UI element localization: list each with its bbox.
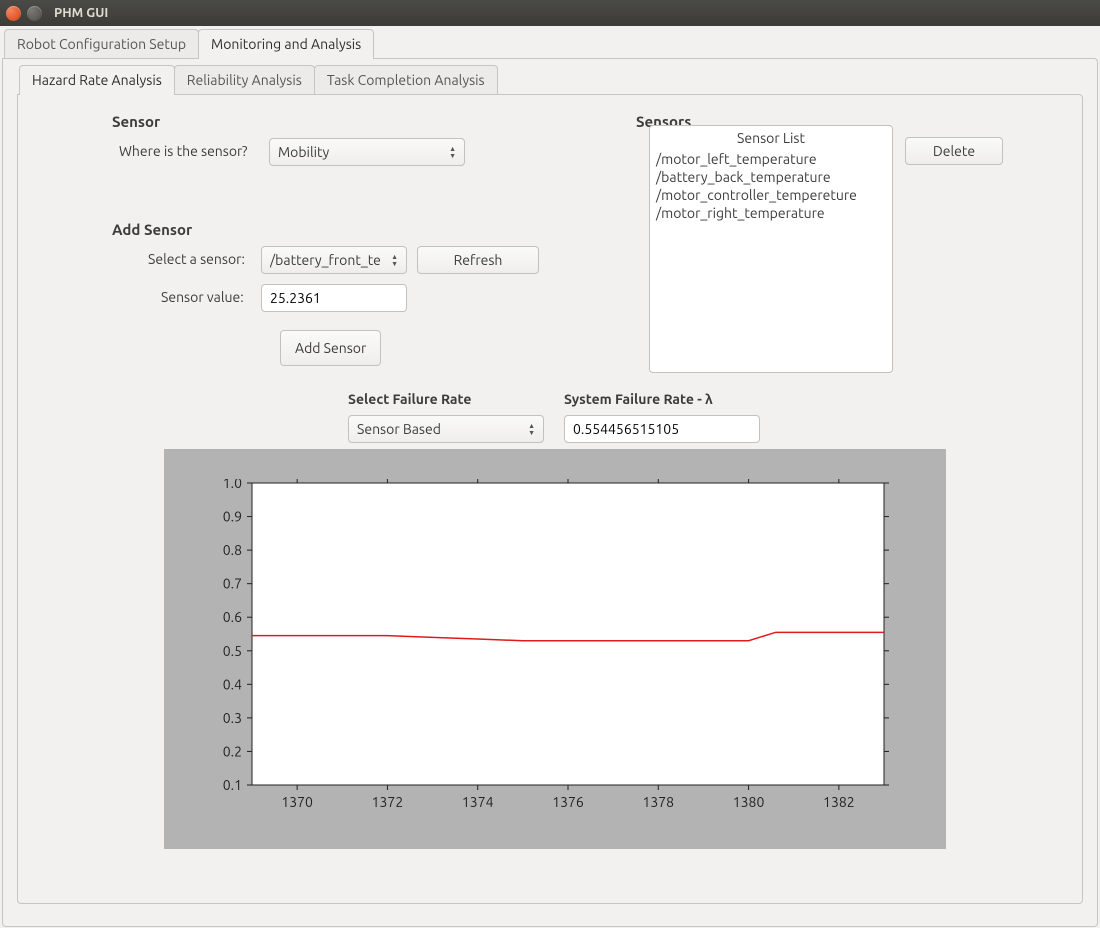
svg-text:1376: 1376 [552, 794, 584, 810]
svg-text:1380: 1380 [733, 794, 765, 810]
combo-failure-rate[interactable]: Sensor Based ▲▼ [348, 415, 544, 443]
label-select-sensor: Select a sensor: [148, 251, 245, 267]
combo-select-sensor[interactable]: /battery_front_tem ▲▼ [261, 246, 407, 274]
close-icon[interactable] [6, 6, 21, 21]
tabset-analysis: Hazard Rate Analysis Reliability Analysi… [17, 62, 1083, 94]
combo-failure-rate-value: Sensor Based [357, 421, 441, 437]
label-where-sensor: Where is the sensor? [119, 143, 247, 159]
svg-text:1378: 1378 [642, 794, 674, 810]
svg-text:0.8: 0.8 [223, 542, 242, 558]
tab-robot-config[interactable]: Robot Configuration Setup [4, 29, 199, 59]
svg-text:1374: 1374 [462, 794, 494, 810]
tab-reliability[interactable]: Reliability Analysis [174, 65, 315, 95]
combo-select-sensor-value: /battery_front_tem [270, 252, 382, 268]
svg-text:0.1: 0.1 [223, 777, 242, 793]
list-item[interactable]: /motor_left_temperature [650, 150, 892, 168]
refresh-button[interactable]: Refresh [417, 246, 539, 274]
chevron-updown-icon: ▲▼ [528, 423, 535, 436]
label-system-failure-rate: System Failure Rate - λ [564, 391, 713, 407]
svg-text:0.5: 0.5 [223, 643, 242, 659]
svg-text:1370: 1370 [281, 794, 313, 810]
label-select-failure-rate: Select Failure Rate [348, 391, 471, 407]
list-item[interactable]: /motor_right_temperature [650, 204, 892, 222]
add-sensor-button[interactable]: Add Sensor [280, 330, 381, 366]
chevron-updown-icon: ▲▼ [449, 146, 456, 159]
heading-sensor: Sensor [112, 113, 160, 130]
delete-button[interactable]: Delete [905, 137, 1003, 165]
failure-rate-chart: 0.1 0.2 0.3 0.4 0.5 0.6 0.7 0.8 0.9 1.0 1370 1372 13… [182, 479, 894, 815]
list-item[interactable]: /motor_controller_tempereture [650, 186, 892, 204]
tab-hazard-rate[interactable]: Hazard Rate Analysis [19, 65, 175, 95]
chart-container: 0.1 0.2 0.3 0.4 0.5 0.6 0.7 0.8 0.9 1.0 1370 1372 13… [164, 449, 946, 849]
combo-where-sensor[interactable]: Mobility ▲▼ [269, 138, 465, 166]
svg-text:1382: 1382 [823, 794, 855, 810]
tab-task-completion[interactable]: Task Completion Analysis [314, 65, 498, 95]
tabset-main: Robot Configuration Setup Monitoring and… [2, 26, 1098, 58]
label-sensor-value: Sensor value: [161, 289, 244, 305]
list-item[interactable]: /battery_back_temperature [650, 168, 892, 186]
svg-text:1.0: 1.0 [223, 479, 242, 491]
svg-text:0.7: 0.7 [223, 576, 242, 592]
sensor-listbox[interactable]: Sensor List /motor_left_temperature /bat… [649, 125, 893, 373]
input-system-failure-rate[interactable] [564, 415, 760, 443]
chevron-updown-icon: ▲▼ [391, 254, 398, 267]
sensor-list-title: Sensor List [650, 126, 892, 150]
input-sensor-value[interactable] [261, 284, 407, 312]
svg-text:1372: 1372 [372, 794, 404, 810]
combo-where-sensor-value: Mobility [278, 144, 329, 160]
svg-text:0.4: 0.4 [223, 676, 242, 692]
tab-monitoring[interactable]: Monitoring and Analysis [198, 29, 374, 59]
window-title: PHM GUI [54, 6, 108, 20]
window-titlebar: PHM GUI [0, 0, 1100, 26]
minimize-icon[interactable] [27, 6, 42, 21]
svg-text:0.3: 0.3 [223, 710, 242, 726]
heading-add-sensor: Add Sensor [112, 221, 192, 238]
svg-text:0.2: 0.2 [223, 743, 242, 759]
svg-text:0.9: 0.9 [223, 509, 242, 525]
svg-text:0.6: 0.6 [223, 609, 242, 625]
